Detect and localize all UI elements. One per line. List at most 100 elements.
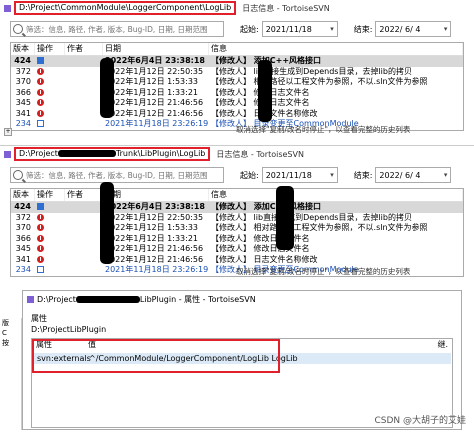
- table-row[interactable]: 372 2022年1月12日 22:50:35 【修改人】 lib直接生成到Depe…: [11, 67, 463, 78]
- header-revision[interactable]: 版本: [11, 43, 35, 55]
- expand-icon[interactable]: +: [4, 128, 12, 136]
- copy-icon: [37, 120, 44, 127]
- from-label: 起始:: [240, 24, 259, 34]
- table-row[interactable]: 370 2022年1月12日 1:53:33 【修改人】 相对路径以工程文件为参照，…: [11, 223, 463, 234]
- edge-text: C: [2, 329, 7, 337]
- from-date-picker[interactable]: 2021/11/18 ▾: [261, 21, 338, 37]
- status-text: 取消选择"复制/改名时停止"，以查看完整的历史列表: [236, 267, 411, 276]
- header-author[interactable]: 作者: [65, 43, 103, 55]
- revision-cell: 370: [15, 77, 31, 86]
- window-path: D:\Project Trunk\LibPlugin\LogLib: [14, 147, 211, 161]
- dialog-title-bar: D:\Project LibPlugin - 属性 - TortoiseSVN: [23, 291, 461, 307]
- revision-cell: 424: [14, 202, 31, 211]
- tortoisesvn-icon: [4, 150, 11, 158]
- modified-icon: [37, 99, 44, 106]
- date-cell: 2022年1月12日 22:50:35: [105, 212, 204, 222]
- header-author[interactable]: 作者: [65, 189, 103, 201]
- edge-text: 版: [2, 319, 9, 327]
- properties-dialog: D:\Project LibPlugin - 属性 - TortoiseSVN 属…: [22, 290, 462, 430]
- search-field[interactable]: [10, 167, 224, 183]
- modified-icon: [37, 245, 44, 252]
- window-path: D:\Project\CommonModule\LoggerComponent\…: [14, 1, 237, 15]
- table-row[interactable]: 370 2022年1月12日 1:53:33 【修改人】 相对路径以工程文件为参照，…: [11, 77, 463, 88]
- message-cell: 【修改人】 添加C++风格接口: [211, 56, 322, 65]
- table-body: 424 2022年6月4日 23:38:18 【修改人】 添加C++风格接口 372 2…: [11, 56, 463, 130]
- date-cell: 2022年1月12日 21:46:56: [105, 98, 204, 107]
- date-cell: 2022年1月12日 22:50:35: [105, 66, 204, 76]
- table-row[interactable]: 372 2022年1月12日 22:50:35 【修改人】 lib直接生成到Depe…: [11, 213, 463, 224]
- revision-cell: 372: [15, 212, 31, 222]
- message-cell: 【修改人】 修改日志文件名: [211, 244, 310, 253]
- table-row[interactable]: 424 2022年6月4日 23:38:18 【修改人】 添加C++风格接口: [11, 202, 463, 213]
- date-cell: 2022年1月12日 1:53:33: [105, 77, 199, 86]
- chevron-down-icon: ▾: [443, 171, 448, 179]
- message-cell: 【修改人】 修改日志文件名: [211, 98, 310, 107]
- actions-cell: [35, 77, 65, 88]
- revision-cell: 234: [15, 119, 31, 128]
- window-path-start: D:\Project: [19, 149, 58, 158]
- redaction-mark: [100, 182, 114, 264]
- table-row[interactable]: 366 2022年1月12日 1:33:21 【修改人】 修改日志文件名: [11, 234, 463, 245]
- search-input[interactable]: [26, 24, 222, 34]
- search-input[interactable]: [26, 170, 222, 180]
- filter-toolbar: 起始: 2021/11/18 ▾ 结束: 2022/ 6/ 4 ▾: [0, 166, 474, 184]
- modified-icon: [37, 67, 44, 75]
- from-date-value: 2021/11/18: [265, 170, 312, 180]
- to-date-picker[interactable]: 2022/ 6/ 4 ▾: [375, 167, 452, 183]
- chevron-down-icon: ▾: [330, 171, 334, 179]
- revision-cell: 341: [15, 108, 31, 118]
- header-date[interactable]: 日期: [103, 189, 209, 201]
- revision-cell: 345: [15, 98, 31, 107]
- message-cell: 【修改人】 添加C++风格接口: [211, 202, 322, 211]
- message-cell: 【修改人】 修改日志文件名: [211, 87, 310, 97]
- table-row[interactable]: 341 2022年1月12日 21:46:56 【修改人】 日志文件名称修改: [11, 255, 463, 266]
- filter-toolbar: 起始: 2021/11/18 ▾ 结束: 2022/ 6/ 4 ▾: [0, 20, 474, 38]
- copy-icon: [37, 266, 44, 273]
- table-row[interactable]: 341 2022年1月12日 21:46:56 【修改人】 日志文件名称修改: [11, 109, 463, 120]
- dialog-path-end: LibPlugin: [69, 325, 107, 334]
- header-actions[interactable]: 操作: [35, 43, 65, 55]
- author-cell: [65, 109, 103, 120]
- tortoisesvn-icon: [27, 295, 34, 303]
- from-date-picker[interactable]: 2021/11/18 ▾: [261, 167, 338, 183]
- author-cell: [65, 213, 103, 224]
- actions-cell: [35, 255, 65, 266]
- redaction-mark: [75, 295, 140, 303]
- redaction-mark: [100, 58, 114, 118]
- author-cell: [65, 265, 103, 276]
- author-cell: [65, 67, 103, 78]
- revision-cell: 341: [15, 254, 31, 264]
- date-cell: 2021年11月18日 23:26:19: [105, 119, 209, 128]
- header-message[interactable]: 信息: [209, 43, 463, 55]
- window-title: 日志信息 - TortoiseSVN: [242, 3, 330, 13]
- title-bar: D:\Project\CommonModule\LoggerComponent\…: [0, 0, 474, 16]
- date-cell: 2022年1月12日 21:46:56: [105, 244, 204, 253]
- to-date-value: 2022/ 6/ 4: [379, 170, 421, 180]
- table-row[interactable]: 345 2022年1月12日 21:46:56 【修改人】 修改日志文件名: [11, 244, 463, 255]
- header-revision[interactable]: 版本: [11, 189, 35, 201]
- author-cell: [65, 119, 103, 130]
- to-date-picker[interactable]: 2022/ 6/ 4 ▾: [375, 21, 452, 37]
- redaction-mark: [258, 60, 272, 122]
- author-cell: [65, 234, 103, 245]
- header-actions[interactable]: 操作: [35, 189, 65, 201]
- revision-cell: 424: [14, 56, 31, 65]
- header-date[interactable]: 日期: [103, 43, 209, 55]
- table-row[interactable]: 366 2022年1月12日 1:33:21 【修改人】 修改日志文件名: [11, 88, 463, 99]
- message-cell: 【修改人】 lib直接生成到Depends目录，去掉lib的拷贝: [211, 212, 412, 222]
- edge-text: 按: [2, 339, 9, 347]
- modified-icon: [37, 78, 44, 85]
- actions-cell: [35, 67, 65, 78]
- table-row[interactable]: 345 2022年1月12日 21:46:56 【修改人】 修改日志文件名: [11, 98, 463, 109]
- log-table: 版本 操作 作者 日期 信息 424 2022年6月4日 23:38:18 【修改人…: [10, 42, 464, 131]
- header-message[interactable]: 信息: [209, 189, 463, 201]
- actions-cell: [35, 119, 65, 130]
- search-field[interactable]: [10, 21, 224, 37]
- table-row[interactable]: 424 2022年6月4日 23:38:18 【修改人】 添加C++风格接口: [11, 56, 463, 67]
- author-cell: [65, 98, 103, 109]
- table-header: 版本 操作 作者 日期 信息: [11, 43, 463, 56]
- actions-cell: [35, 109, 65, 120]
- header-inherited[interactable]: 继.: [422, 339, 452, 351]
- revision-cell: 370: [15, 223, 31, 232]
- author-cell: [65, 244, 103, 255]
